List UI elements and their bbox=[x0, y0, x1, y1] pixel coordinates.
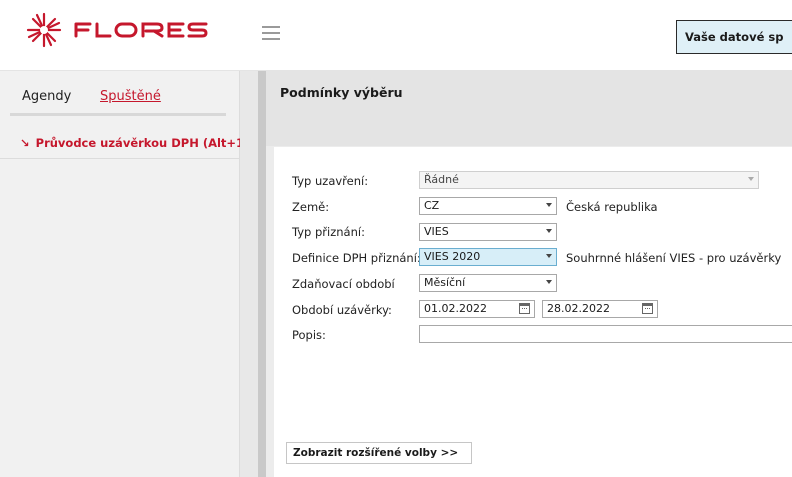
popis-input[interactable] bbox=[419, 325, 792, 343]
typ-priznani-label: Typ přiznání: bbox=[292, 225, 365, 239]
popis-label: Popis: bbox=[292, 328, 326, 342]
obdobi-od-value: 01.02.2022 bbox=[424, 302, 487, 315]
zdanovaci-obdobi-select[interactable]: Měsíční bbox=[419, 274, 557, 292]
calendar-icon[interactable] bbox=[519, 303, 530, 314]
show-extended-options-button[interactable]: Zobrazit rozšířené volby >> bbox=[286, 442, 472, 464]
top-bar: Vaše datové sp bbox=[0, 0, 792, 71]
zeme-value: CZ bbox=[424, 199, 440, 212]
typ-uzavreni-select: Řádné bbox=[419, 171, 759, 189]
obdobi-do-date-input[interactable]: 28.02.2022 bbox=[542, 300, 658, 318]
zeme-label: Země: bbox=[292, 200, 330, 214]
sidebar-tabs: Agendy Spuštěné bbox=[10, 89, 226, 116]
typ-uzavreni-value: Řádné bbox=[424, 173, 459, 186]
page-title: Podmínky výběru bbox=[280, 85, 403, 100]
main-content: Podmínky výběru Typ uzavření: Řádné Země… bbox=[266, 71, 792, 477]
obdobi-od-date-input[interactable]: 01.02.2022 bbox=[419, 300, 535, 318]
typ-priznani-select[interactable]: VIES bbox=[419, 223, 557, 241]
chevron-down-icon bbox=[748, 177, 754, 181]
obdobi-do-value: 28.02.2022 bbox=[547, 302, 610, 315]
tab-agendy[interactable]: Agendy bbox=[22, 89, 71, 108]
definice-label: Definice DPH přiznání: bbox=[292, 251, 421, 265]
panel-splitter[interactable] bbox=[258, 71, 266, 477]
chevron-down-icon bbox=[546, 280, 552, 284]
chevron-down-icon bbox=[546, 229, 552, 233]
zdanovaci-obdobi-value: Měsíční bbox=[424, 276, 466, 289]
arrow-down-right-icon: ↘ bbox=[20, 136, 30, 150]
datove-schranky-notice[interactable]: Vaše datové sp bbox=[676, 20, 792, 54]
hamburger-icon[interactable] bbox=[262, 26, 280, 40]
form-panel: Typ uzavření: Řádné Země: CZ Česká repub… bbox=[274, 147, 792, 477]
calendar-icon[interactable] bbox=[642, 303, 653, 314]
typ-uzavreni-label: Typ uzavření: bbox=[292, 174, 369, 188]
sidebar-gutter bbox=[240, 71, 258, 477]
obdobi-uzaverky-label: Období uzávěrky: bbox=[292, 303, 392, 317]
tab-spustene[interactable]: Spuštěné bbox=[100, 89, 161, 108]
header-panel: Podmínky výběru bbox=[266, 71, 792, 146]
chevron-down-icon bbox=[546, 203, 552, 207]
typ-priznani-value: VIES bbox=[424, 225, 449, 238]
zdanovaci-obdobi-label: Zdaňovací období bbox=[292, 277, 395, 291]
definice-description: Souhrnné hlášení VIES - pro uzávěrky bbox=[566, 251, 782, 265]
zeme-description: Česká republika bbox=[566, 200, 658, 214]
chevron-down-icon bbox=[546, 254, 552, 258]
zeme-select[interactable]: CZ bbox=[419, 197, 557, 215]
definice-select[interactable]: VIES 2020 bbox=[419, 248, 557, 266]
sidebar-item-pruvodce-uzaverkou[interactable]: ↘ Průvodce uzávěrkou DPH (Alt+1) bbox=[0, 127, 249, 159]
definice-value: VIES 2020 bbox=[424, 250, 481, 263]
flores-logo[interactable] bbox=[26, 12, 226, 48]
sidebar-item-label: Průvodce uzávěrkou DPH (Alt+1) bbox=[35, 136, 250, 150]
sidebar: Agendy Spuštěné ↘ Průvodce uzávěrkou DPH … bbox=[0, 71, 249, 477]
